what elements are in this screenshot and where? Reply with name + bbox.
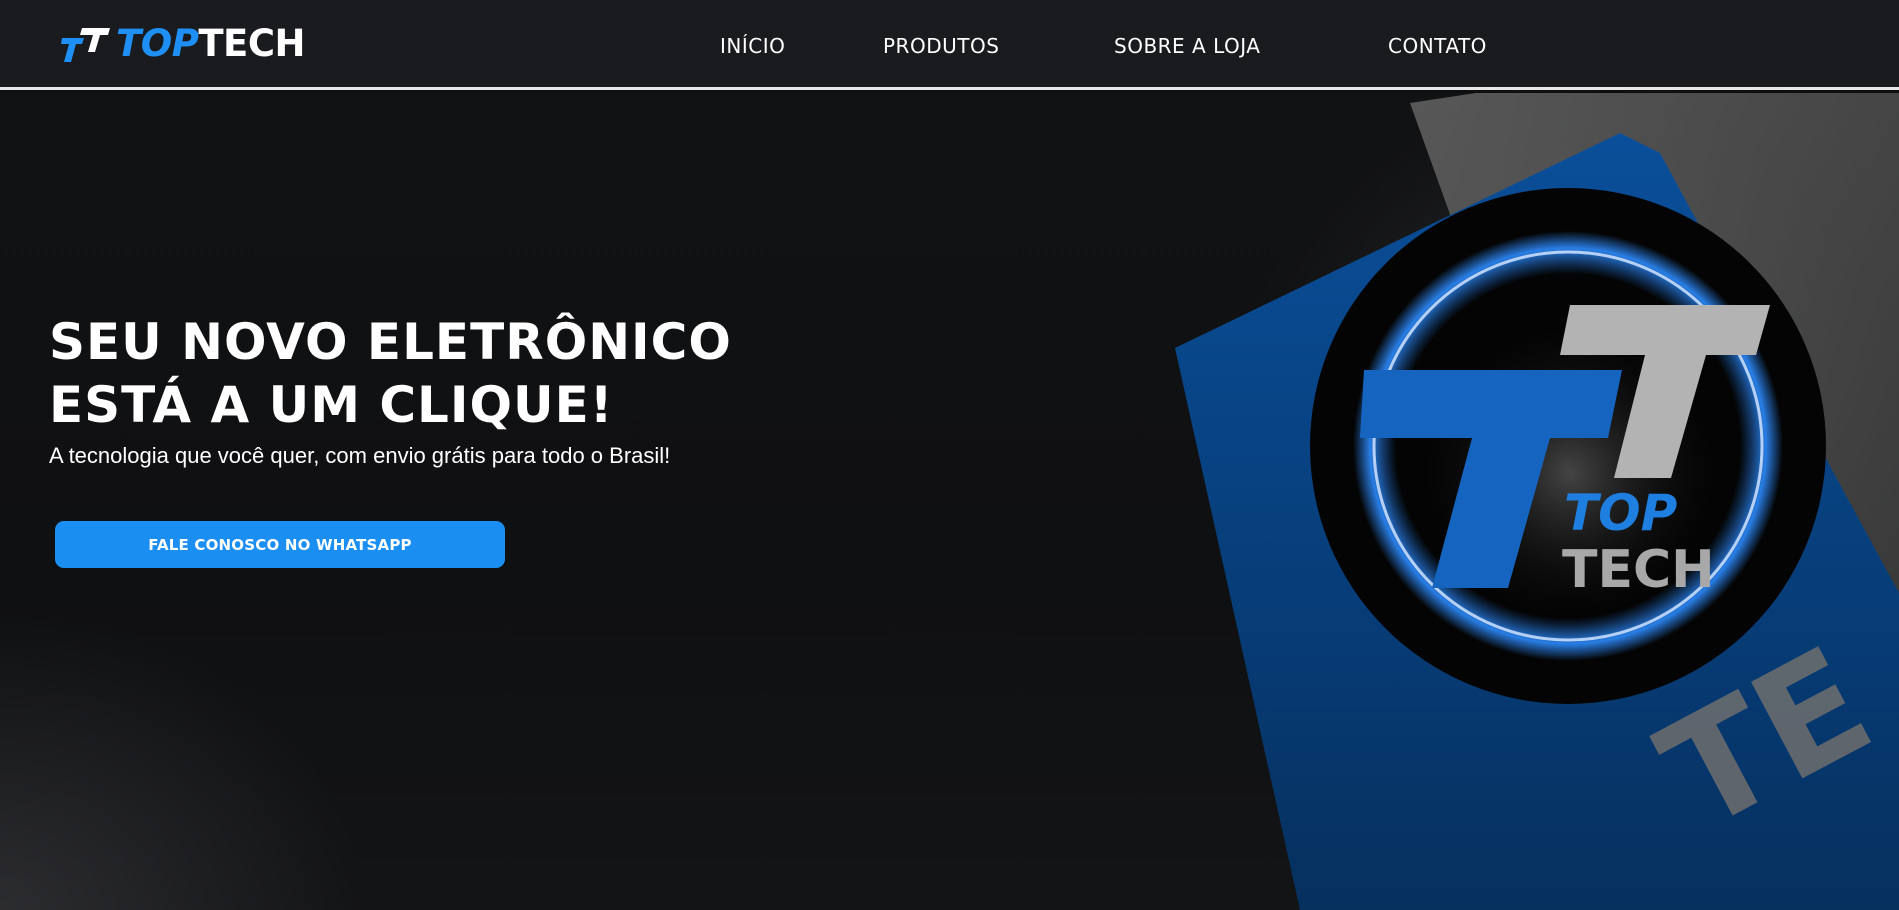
badge-word-top: TOP bbox=[1564, 484, 1677, 542]
nav-inicio[interactable]: INÍCIO bbox=[720, 34, 785, 58]
site-header: TOPTECH INÍCIO PRODUTOS SOBRE A LOJA CON… bbox=[0, 0, 1899, 90]
badge-word-tech: TECH bbox=[1562, 540, 1715, 600]
hero-title: SEU NOVO ELETRÔNICO ESTÁ A UM CLIQUE! bbox=[49, 311, 809, 437]
hero-subtitle: A tecnologia que você quer, com envio gr… bbox=[49, 443, 671, 468]
hero-section: TE TOP TECH SEU NOVO ELETRÔNICO ESTÁ A U… bbox=[0, 93, 1899, 910]
main-nav: INÍCIO PRODUTOS SOBRE A LOJA CONTATO bbox=[0, 0, 1899, 90]
nav-produtos[interactable]: PRODUTOS bbox=[883, 34, 999, 58]
hero-background-art: TE TOP TECH bbox=[1175, 93, 1899, 910]
toptech-badge-icon: TOP TECH bbox=[1310, 188, 1826, 704]
hero-title-line-2: ESTÁ A UM CLIQUE! bbox=[49, 376, 614, 434]
nav-sobre-a-loja[interactable]: SOBRE A LOJA bbox=[1114, 34, 1261, 58]
whatsapp-contact-button[interactable]: FALE CONOSCO NO WHATSAPP bbox=[55, 521, 505, 568]
nav-contato[interactable]: CONTATO bbox=[1388, 34, 1487, 58]
hero-title-line-1: SEU NOVO ELETRÔNICO bbox=[49, 313, 732, 371]
